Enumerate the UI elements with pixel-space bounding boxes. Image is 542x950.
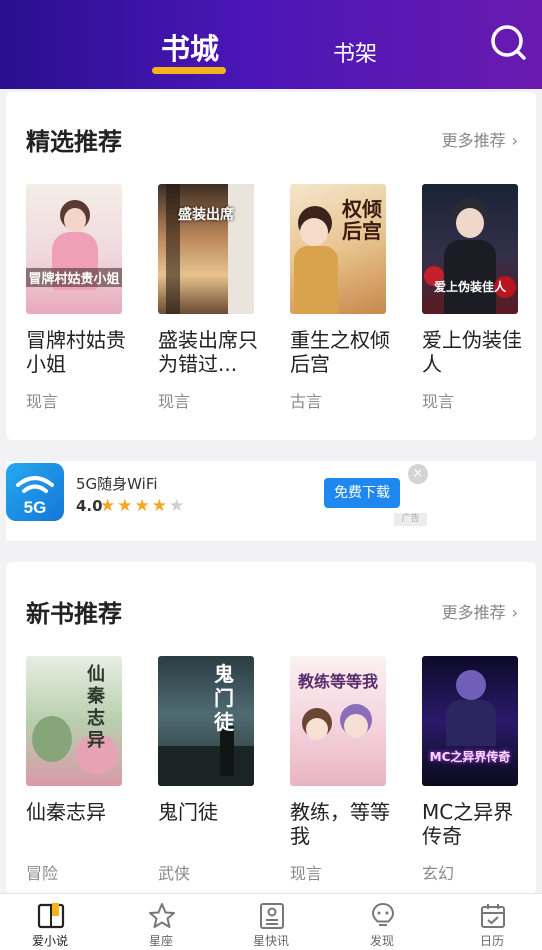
book-genre-tag: 现言 — [26, 392, 59, 411]
section-title: 精选推荐 — [26, 128, 122, 156]
book-title: 教练，等等我 — [290, 800, 390, 848]
book-cover: 爱上伪装佳人 — [422, 184, 518, 314]
book-cover: 仙秦志异 — [26, 656, 122, 786]
ad-banner[interactable]: 5G 5G随身WiFi 4.0 ★★★★★ 免费下载 × 广告 — [6, 461, 536, 541]
nav-label: 日历 — [479, 934, 504, 948]
book-cover: 教练等等我 — [290, 656, 386, 786]
book-genre-tag: 武侠 — [158, 864, 191, 883]
nav-item-horoscope[interactable]: 星座 — [121, 894, 201, 950]
more-link-label: 更多推荐 — [441, 603, 506, 622]
svg-text:5G: 5G — [24, 498, 47, 517]
active-tab-indicator — [152, 67, 226, 74]
ad-label-badge: 广告 — [394, 513, 427, 526]
top-header: 书城 书架 — [0, 0, 542, 89]
star-filled-icon: ★ — [117, 496, 135, 516]
nav-item-news[interactable]: 星快讯 — [231, 894, 311, 950]
bottom-navigation: 爱小说 星座 星快讯 发现 日历 — [0, 893, 542, 950]
star-icon — [149, 903, 175, 928]
book-title: 鬼门徒 — [158, 800, 218, 824]
star-filled-icon: ★ — [134, 496, 152, 516]
wifi-app-icon: 5G — [6, 463, 64, 521]
calendar-icon — [481, 904, 505, 928]
book-title: 爱上伪装佳人 — [422, 328, 522, 376]
news-icon — [260, 903, 284, 929]
more-recommendations-link[interactable]: 更多推荐 › — [442, 127, 518, 151]
nav-item-novels[interactable]: 爱小说 — [10, 894, 90, 950]
tab-bookshelf[interactable]: 书架 — [325, 36, 385, 68]
featured-section: 精选推荐 更多推荐 › 冒牌村姑贵小姐 冒牌村姑贵小姐 现言 盛装出席 盛装出席只… — [6, 92, 536, 440]
book-cover: 冒牌村姑贵小姐 — [26, 184, 122, 314]
more-recommendations-link[interactable]: 更多推荐 › — [442, 599, 518, 623]
more-link-label: 更多推荐 — [441, 131, 506, 150]
book-genre-tag: 现言 — [422, 392, 455, 411]
new-books-section: 新书推荐 更多推荐 › 仙秦志异 仙秦志异 冒险 鬼门徒 鬼门徒 武侠 教练等等我 — [6, 562, 536, 894]
chevron-right-icon: › — [511, 131, 518, 150]
star-filled-icon: ★ — [100, 496, 118, 516]
star-filled-icon: ★ — [151, 496, 169, 516]
section-title: 新书推荐 — [26, 600, 122, 628]
book-cover: 鬼门徒 — [158, 656, 254, 786]
close-icon[interactable]: × — [408, 464, 428, 484]
book-genre-tag: 现言 — [158, 392, 191, 411]
star-empty-icon: ★ — [169, 496, 187, 516]
tab-bookstore[interactable]: 书城 — [150, 26, 230, 68]
book-title: 仙秦志异 — [26, 800, 106, 824]
bulb-icon — [371, 902, 395, 926]
book-genre-tag: 古言 — [290, 392, 323, 411]
book-genre-tag: 玄幻 — [422, 864, 455, 883]
nav-label: 爱小说 — [31, 934, 68, 948]
free-download-button[interactable]: 免费下载 — [324, 478, 400, 508]
book-cover: MC之异界传奇 — [422, 656, 518, 786]
book-cover: 盛装出席 — [158, 184, 254, 314]
ad-rating-value: 4.0 — [76, 497, 103, 515]
nav-label: 星快讯 — [252, 934, 289, 948]
book-cover: 权倾后宫 — [290, 184, 386, 314]
book-icon — [37, 903, 65, 929]
book-genre-tag: 冒险 — [26, 864, 59, 883]
search-icon[interactable] — [488, 22, 530, 64]
nav-label: 星座 — [148, 934, 173, 948]
book-title: 重生之权倾后宫 — [290, 328, 390, 376]
book-genre-tag: 现言 — [290, 864, 323, 883]
book-title: 冒牌村姑贵小姐 — [26, 328, 126, 376]
nav-label: 发现 — [369, 934, 394, 948]
book-title: MC之异界传奇 — [422, 800, 514, 848]
ad-app-name: 5G随身WiFi — [76, 475, 158, 493]
book-title: 盛装出席只为错过... — [158, 328, 258, 376]
chevron-right-icon: › — [511, 603, 518, 622]
nav-item-calendar[interactable]: 日历 — [452, 894, 532, 950]
nav-item-discover[interactable]: 发现 — [342, 894, 422, 950]
star-rating: ★★★★★ — [100, 496, 186, 516]
